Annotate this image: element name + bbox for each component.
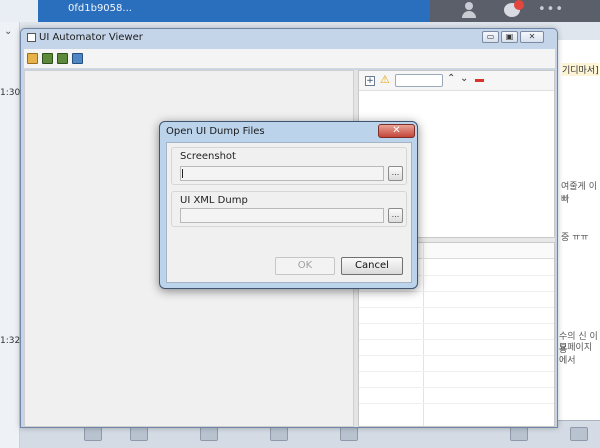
close-window-button[interactable]: ✕ [520, 31, 544, 43]
column-divider [423, 243, 424, 426]
taskbar-button[interactable] [84, 427, 102, 441]
xml-dump-path-field[interactable] [180, 208, 384, 223]
background-time: 1:32 [0, 336, 21, 346]
background-topbar-left [0, 0, 38, 22]
taskbar-button[interactable] [570, 427, 588, 441]
taskbar-button[interactable] [130, 427, 148, 441]
expand-all-icon[interactable]: + [365, 76, 375, 86]
table-row [359, 355, 554, 356]
folder-open-icon[interactable] [27, 53, 38, 64]
more-icon[interactable]: ••• [538, 2, 564, 17]
cancel-button[interactable]: Cancel [341, 257, 403, 275]
dialog-close-button[interactable]: ✕ [378, 124, 415, 138]
tree-toolbar: + ⚠ ⌃ ⌄ [359, 71, 554, 91]
window-controls: ▭ ▣ ✕ [482, 31, 544, 43]
text-caret [182, 169, 183, 178]
warning-icon[interactable]: ⚠ [380, 74, 392, 86]
xml-dump-group: UI XML Dump ... [171, 191, 407, 227]
maximize-button[interactable]: ▣ [501, 31, 518, 43]
taskbar-button[interactable] [510, 427, 528, 441]
dialog-body: Screenshot ... UI XML Dump ... OK Cancel [166, 142, 412, 283]
chevron-up-icon[interactable]: ⌃ [447, 73, 455, 84]
xml-dump-browse-button[interactable]: ... [388, 208, 403, 223]
notification-badge [514, 0, 524, 10]
find-node-input[interactable] [395, 74, 443, 87]
user-icon[interactable] [462, 2, 476, 18]
background-tab-hash: 0fd1b9058... [68, 3, 132, 14]
background-topbar: 0fd1b9058... ••• [0, 0, 600, 22]
taskbar-button[interactable] [270, 427, 288, 441]
table-row [359, 387, 554, 388]
background-time: 1:30 [0, 88, 21, 98]
screenshot-browse-button[interactable]: ... [388, 166, 403, 181]
window-title: UI Automator Viewer [39, 32, 143, 43]
background-text: 중 ㅠㅠ [561, 233, 589, 243]
background-text: 모페이지에서 [559, 343, 593, 366]
screenshot-path-field[interactable] [180, 166, 384, 181]
table-row [359, 323, 554, 324]
dialog-title: Open UI Dump Files [166, 126, 265, 137]
minimize-button[interactable]: ▭ [482, 31, 499, 43]
chevron-down-icon[interactable]: ⌄ [460, 73, 468, 84]
background-right-panel: 기디마서] 여줄게 이빠 중 ㅠㅠ 수의 신 이용 모페이지에서 [557, 40, 600, 420]
background-text: 기디마서] [562, 63, 599, 76]
table-row [359, 339, 554, 340]
table-row [359, 371, 554, 372]
table-row [359, 291, 554, 292]
save-icon[interactable] [72, 53, 83, 64]
screenshot-group: Screenshot ... [171, 147, 407, 185]
main-toolbar [24, 49, 555, 69]
clear-search-icon[interactable] [475, 79, 484, 82]
screenshot-label: Screenshot [180, 151, 236, 162]
app-icon [27, 33, 36, 42]
open-ui-dump-dialog: Open UI Dump Files ✕ Screenshot ... UI X… [159, 121, 418, 289]
taskbar-button[interactable] [200, 427, 218, 441]
xml-dump-label: UI XML Dump [180, 195, 248, 206]
background-left-panel: ⌄ 1:30 1:32 [0, 22, 20, 448]
background-text: 여줄게 이빠 [561, 182, 597, 205]
device-screenshot-icon[interactable] [42, 53, 53, 64]
taskbar-button[interactable] [340, 427, 358, 441]
table-row [359, 403, 554, 404]
chevron-down-icon[interactable]: ⌄ [4, 26, 12, 37]
ok-button[interactable]: OK [275, 257, 335, 275]
device-screenshot-compressed-icon[interactable] [57, 53, 68, 64]
table-row [359, 307, 554, 308]
